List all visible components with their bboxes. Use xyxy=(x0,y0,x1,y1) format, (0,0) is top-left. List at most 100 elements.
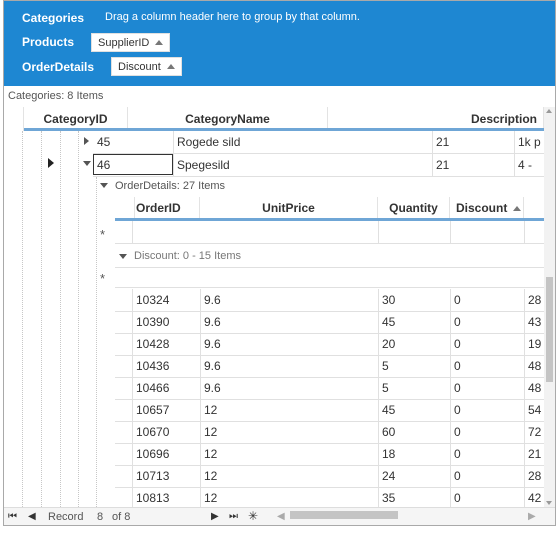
cell-quantity[interactable]: 24 xyxy=(378,465,450,487)
collapse-child-icon[interactable] xyxy=(100,183,108,188)
group-chip-discount[interactable]: Discount xyxy=(111,57,182,76)
hierarchy-line xyxy=(78,131,79,507)
cell-discount[interactable]: 0 xyxy=(450,399,524,421)
cell-product-name[interactable]: Rogede sild xyxy=(173,131,433,153)
cell-discount[interactable]: 0 xyxy=(450,289,524,311)
cell-description[interactable]: 1k p xyxy=(514,131,544,153)
column-separator xyxy=(378,465,379,487)
column-separator xyxy=(132,487,133,507)
cell-next-column[interactable]: 21 xyxy=(524,443,544,465)
group-panel[interactable]: Categories Drag a column header here to … xyxy=(4,1,555,86)
column-separator xyxy=(524,333,525,355)
cell-orderid[interactable]: 10813 xyxy=(132,487,200,507)
first-record-icon[interactable]: ⏮ xyxy=(8,511,17,522)
cell-quantity[interactable]: 30 xyxy=(378,289,450,311)
cell-next-column[interactable]: 54 xyxy=(524,399,544,421)
new-row-icon[interactable]: * xyxy=(100,271,105,286)
cell-orderid[interactable]: 10657 xyxy=(132,399,200,421)
vertical-scroll-thumb[interactable] xyxy=(546,277,553,382)
column-separator xyxy=(524,465,525,487)
cell-supplier[interactable]: 21 xyxy=(432,131,514,153)
cell-quantity[interactable]: 35 xyxy=(378,487,450,507)
cell-quantity[interactable]: 18 xyxy=(378,443,450,465)
cell-discount[interactable]: 0 xyxy=(450,421,524,443)
cell-next-column[interactable]: 28 xyxy=(524,289,544,311)
cell-next-column[interactable]: 48 xyxy=(524,377,544,399)
cell-unitprice[interactable]: 9.6 xyxy=(200,333,378,355)
column-separator xyxy=(524,443,525,465)
column-separator xyxy=(524,221,525,243)
cell-discount[interactable]: 0 xyxy=(450,311,524,333)
scroll-down-icon[interactable] xyxy=(546,501,552,505)
cell-next-column[interactable]: 28 xyxy=(524,465,544,487)
cell-unitprice[interactable]: 9.6 xyxy=(200,355,378,377)
cell-quantity[interactable]: 60 xyxy=(378,421,450,443)
cell-discount[interactable]: 0 xyxy=(450,377,524,399)
column-separator xyxy=(450,487,451,507)
header-orderid[interactable]: OrderID xyxy=(132,197,200,219)
cell-orderid[interactable]: 10324 xyxy=(132,289,200,311)
group-band-categories: Categories xyxy=(22,11,85,25)
cell-quantity[interactable]: 20 xyxy=(378,333,450,355)
cell-unitprice[interactable]: 12 xyxy=(200,421,378,443)
cell-discount[interactable]: 0 xyxy=(450,333,524,355)
cell-next-column[interactable]: 48 xyxy=(524,355,544,377)
new-record-icon[interactable]: ✳ xyxy=(248,509,258,523)
group-chip-label: Discount xyxy=(118,60,161,73)
sort-ascending-icon xyxy=(166,64,175,69)
cell-editor-product-id[interactable]: 46 xyxy=(93,154,173,175)
record-total: of 8 xyxy=(112,511,131,523)
cell-unitprice[interactable]: 9.6 xyxy=(200,311,378,333)
cell-next-column[interactable]: 43 xyxy=(524,311,544,333)
cell-unitprice[interactable]: 12 xyxy=(200,399,378,421)
cell-orderid[interactable]: 10390 xyxy=(132,311,200,333)
cell-product-id[interactable]: 45 xyxy=(93,131,173,153)
cell-orderid[interactable]: 10696 xyxy=(132,443,200,465)
cell-next-column[interactable]: 42 xyxy=(524,487,544,507)
cell-unitprice[interactable]: 9.6 xyxy=(200,289,378,311)
new-row-icon[interactable]: * xyxy=(100,227,105,242)
scroll-left-icon[interactable]: ◀ xyxy=(277,511,285,522)
cell-orderid[interactable]: 10428 xyxy=(132,333,200,355)
cell-unitprice[interactable]: 12 xyxy=(200,487,378,507)
header-quantity[interactable]: Quantity xyxy=(378,197,450,219)
vertical-scrollbar[interactable] xyxy=(544,107,555,507)
header-unitprice[interactable]: UnitPrice xyxy=(200,197,378,219)
horizontal-scroll-thumb[interactable] xyxy=(290,511,398,519)
cell-unitprice[interactable]: 9.6 xyxy=(200,377,378,399)
header-discount[interactable]: Discount xyxy=(450,197,524,219)
collapse-group-icon[interactable] xyxy=(119,254,127,259)
next-record-icon[interactable]: ▶ xyxy=(211,511,219,522)
cell-next-column[interactable]: 19 xyxy=(524,333,544,355)
scroll-right-icon[interactable]: ▶ xyxy=(528,511,536,522)
cell-quantity[interactable]: 5 xyxy=(378,377,450,399)
cell-discount[interactable]: 0 xyxy=(450,487,524,507)
collapse-row-icon[interactable] xyxy=(83,161,91,166)
scroll-up-icon[interactable] xyxy=(546,109,552,113)
cell-quantity[interactable]: 45 xyxy=(378,311,450,333)
cell-unitprice[interactable]: 12 xyxy=(200,443,378,465)
cell-product-name[interactable]: Spegesild xyxy=(173,154,433,176)
column-separator xyxy=(200,333,201,355)
column-separator xyxy=(450,399,451,421)
last-record-icon[interactable]: ⏭ xyxy=(229,511,238,522)
cell-quantity[interactable]: 45 xyxy=(378,399,450,421)
cell-quantity[interactable]: 5 xyxy=(378,355,450,377)
cell-discount[interactable]: 0 xyxy=(450,355,524,377)
cell-description[interactable]: 4 - xyxy=(514,154,544,176)
cell-supplier[interactable]: 21 xyxy=(432,154,514,176)
cell-next-column[interactable]: 72 xyxy=(524,421,544,443)
cell-unitprice[interactable]: 12 xyxy=(200,465,378,487)
cell-discount[interactable]: 0 xyxy=(450,465,524,487)
expand-row-icon[interactable] xyxy=(84,137,89,145)
column-separator xyxy=(132,465,133,487)
cell-orderid[interactable]: 10466 xyxy=(132,377,200,399)
record-current[interactable]: 8 xyxy=(97,511,103,523)
cell-orderid[interactable]: 10670 xyxy=(132,421,200,443)
cell-discount[interactable]: 0 xyxy=(450,443,524,465)
group-chip-supplierid[interactable]: SupplierID xyxy=(91,33,171,52)
cell-orderid[interactable]: 10436 xyxy=(132,355,200,377)
cell-orderid[interactable]: 10713 xyxy=(132,465,200,487)
column-separator xyxy=(132,333,133,355)
prev-record-icon[interactable]: ◀ xyxy=(28,511,36,522)
